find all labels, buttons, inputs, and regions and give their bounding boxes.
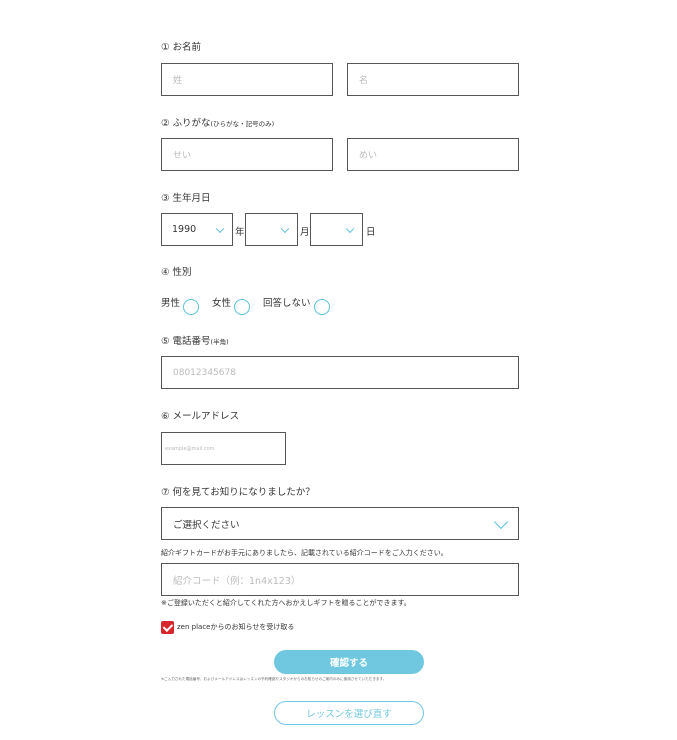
year-unit: 年 [235, 227, 245, 238]
first-name-kana-input[interactable]: めい [347, 138, 519, 171]
referral-source-select[interactable]: ご選択ください [161, 507, 519, 540]
furigana-label: ② ふりがな(ひらがな・記号のみ) [161, 115, 274, 129]
privacy-fine-print: ※ご入力された電話番号、およびメールアドレスはレッスンの予約確認やスタジオからの… [161, 677, 387, 681]
name-label: ① お名前 [161, 42, 202, 53]
first-name-input[interactable]: 名 [347, 63, 519, 96]
gender-option-label: 回答しない [263, 298, 311, 309]
radio-button[interactable] [313, 299, 330, 315]
chevron-down-icon [345, 224, 355, 233]
birthday-label: ③ 生年月日 [161, 193, 211, 204]
chevron-down-icon [280, 224, 290, 233]
last-name-input[interactable]: 姓 [161, 63, 333, 96]
gender-label: ④ 性別 [161, 267, 192, 278]
gift-card-note: 紹介ギフトカードがお手元にありましたら、記載されている紹介コードをご入力ください… [161, 549, 448, 557]
referral-code-input[interactable]: 紹介コード（例：1n4x123） [161, 563, 519, 596]
radio-button[interactable] [234, 299, 251, 315]
chevron-down-icon [215, 224, 225, 233]
confirm-button[interactable]: 確認する [274, 650, 424, 674]
email-input[interactable]: example@mail.com [161, 432, 286, 465]
month-unit: 月 [300, 227, 310, 238]
newsletter-label: zen placeからのお知らせを受け取る [177, 623, 295, 631]
gender-option-male[interactable]: 男性 [161, 295, 200, 315]
newsletter-checkbox[interactable] [161, 621, 174, 634]
birth-year-select[interactable]: 1990 [161, 213, 233, 246]
day-unit: 日 [366, 227, 376, 238]
gender-option-label: 女性 [212, 298, 232, 309]
phone-label-text: ⑤ 電話番号 [161, 336, 211, 347]
furigana-label-text: ② ふりがな [161, 118, 211, 129]
birth-year-value: 1990 [172, 224, 197, 235]
birth-month-select[interactable] [245, 213, 298, 246]
gender-option-no-answer[interactable]: 回答しない [263, 295, 330, 315]
phone-label-note: (半角) [210, 338, 229, 346]
gender-option-label: 男性 [161, 298, 181, 309]
referral-select-value: ご選択ください [173, 519, 240, 531]
birth-day-select[interactable] [310, 213, 363, 246]
radio-button[interactable] [183, 299, 200, 315]
phone-input[interactable]: 08012345678 [161, 356, 519, 389]
referral-code-note: ※ご登録いただくと紹介してくれた方へおかえしギフトを贈ることができます。 [161, 599, 411, 607]
chevron-down-icon [493, 514, 509, 529]
last-name-kana-input[interactable]: せい [161, 138, 333, 171]
gender-option-female[interactable]: 女性 [212, 295, 251, 315]
phone-label: ⑤ 電話番号(半角) [161, 333, 229, 347]
referral-label: ⑦ 何を見てお知りになりましたか？ [161, 487, 315, 498]
reselect-lesson-button[interactable]: レッスンを選び直す [274, 701, 424, 725]
email-label: ⑥ メールアドレス [161, 411, 240, 422]
furigana-label-note: (ひらがな・記号のみ) [210, 120, 275, 128]
